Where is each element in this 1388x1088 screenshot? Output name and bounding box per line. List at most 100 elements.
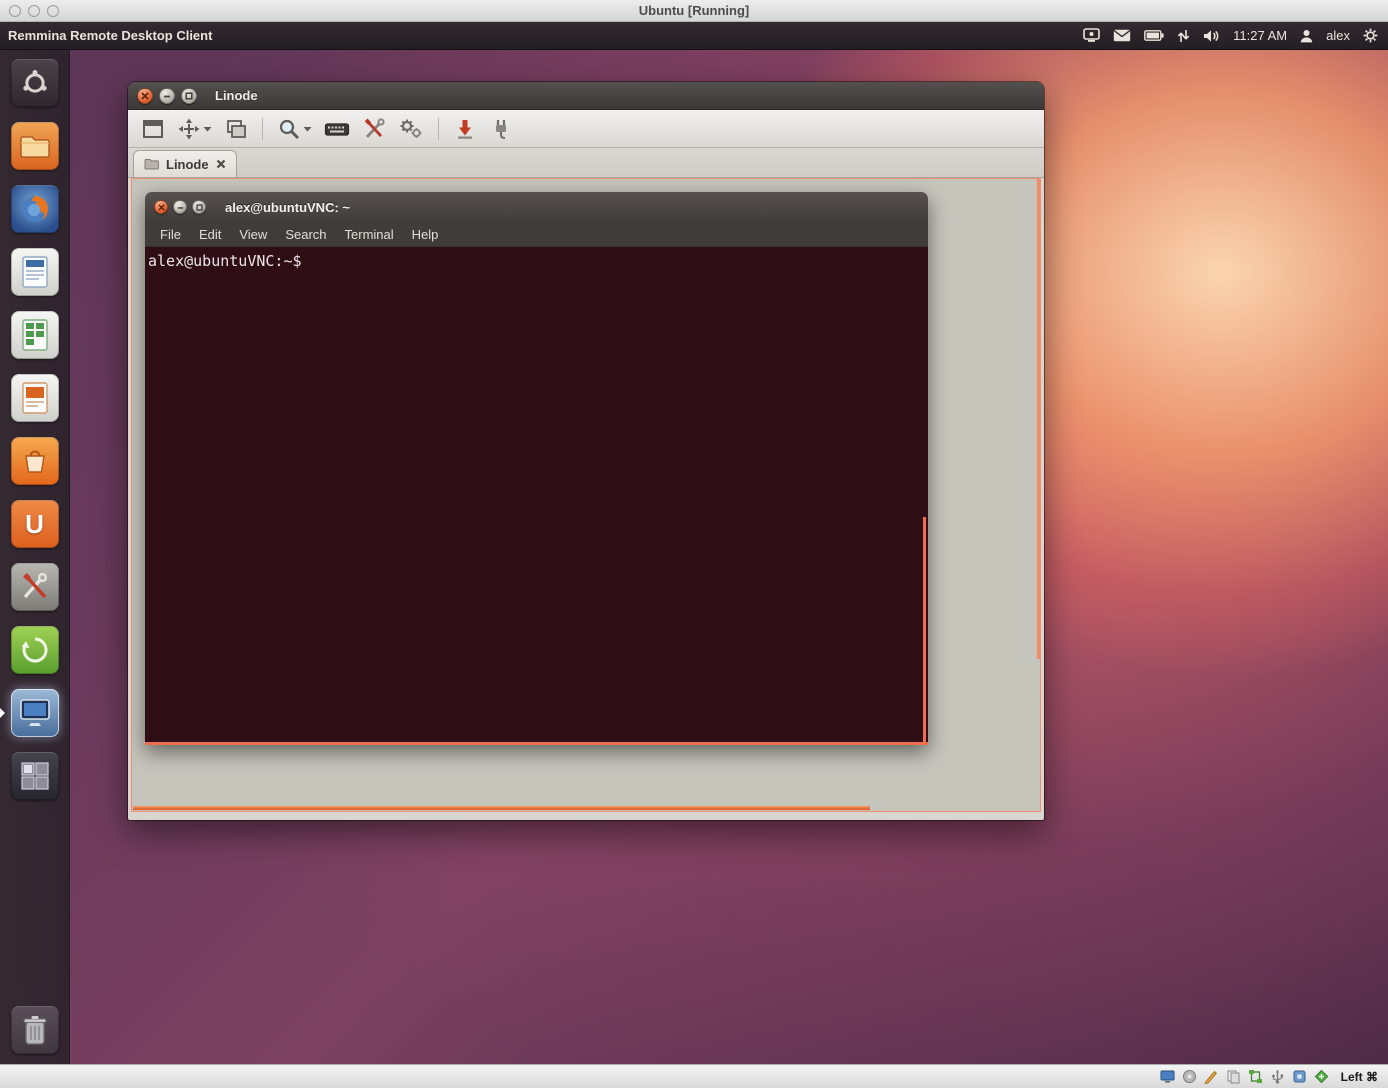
macos-zoom-button[interactable] — [47, 5, 59, 17]
remmina-tabbar: Linode — [128, 148, 1044, 178]
terminal-maximize-button[interactable] — [192, 200, 206, 214]
calc-spreadsheet-icon — [22, 319, 48, 351]
red-down-arrow-icon — [453, 117, 477, 141]
screenshot-button[interactable] — [450, 114, 480, 144]
window-minimize-button[interactable] — [159, 88, 175, 104]
redraw-artifact-line — [1037, 179, 1040, 659]
window-close-button[interactable] — [137, 88, 153, 104]
vbox-display-icon[interactable] — [1160, 1069, 1175, 1084]
fullscreen-icon — [141, 117, 165, 141]
redraw-artifact-line — [923, 517, 926, 742]
impress-presentation-icon — [22, 382, 48, 414]
menu-search[interactable]: Search — [276, 222, 335, 247]
macos-traffic-lights — [9, 5, 59, 17]
terminal-body[interactable]: alex@ubuntuVNC:~$ — [145, 247, 928, 742]
tab-close-icon[interactable] — [216, 159, 226, 169]
unity-launcher: U — [0, 50, 70, 1064]
zoom-button[interactable] — [274, 114, 315, 144]
remmina-window: Linode — [128, 82, 1044, 820]
launcher-item-firefox[interactable] — [11, 185, 59, 233]
launcher-item-remmina[interactable] — [11, 689, 59, 737]
tab-linode[interactable]: Linode — [133, 150, 237, 177]
launcher-item-software-updater[interactable] — [11, 626, 59, 674]
menu-terminal[interactable]: Terminal — [336, 222, 403, 247]
session-username[interactable]: alex — [1326, 28, 1350, 43]
preferences-button[interactable] — [395, 114, 427, 144]
launcher-item-files[interactable] — [11, 122, 59, 170]
vbox-audio-icon[interactable] — [1204, 1069, 1219, 1084]
terminal-titlebar[interactable]: alex@ubuntuVNC: ~ — [145, 192, 928, 222]
launcher-item-system-settings[interactable] — [11, 563, 59, 611]
host-key-label: Left ⌘ — [1341, 1070, 1378, 1084]
gears-icon — [398, 117, 424, 141]
remmina-window-titlebar[interactable]: Linode — [128, 82, 1044, 110]
keyboard-button[interactable] — [321, 114, 353, 144]
magnifier-icon — [277, 117, 301, 141]
vbox-features-icon[interactable] — [1314, 1069, 1329, 1084]
scaled-mode-button[interactable] — [221, 114, 251, 144]
launcher-item-libreoffice-impress[interactable] — [11, 374, 59, 422]
terminal-prompt: alex@ubuntuVNC:~$ — [148, 252, 302, 270]
folder-icon — [144, 158, 159, 170]
vbox-hdd-icon[interactable] — [1182, 1069, 1197, 1084]
ubuntu-desktop: Remmina Remote Desktop Client 11:27 AM — [0, 22, 1388, 1064]
workspace-grid-icon — [20, 761, 50, 791]
clock[interactable]: 11:27 AM — [1233, 28, 1287, 43]
menu-help[interactable]: Help — [403, 222, 448, 247]
launcher-item-libreoffice-writer[interactable] — [11, 248, 59, 296]
firefox-icon — [18, 192, 52, 226]
launcher-item-libreoffice-calc[interactable] — [11, 311, 59, 359]
mail-indicator-icon[interactable] — [1113, 29, 1131, 42]
window-maximize-button[interactable] — [181, 88, 197, 104]
tab-label: Linode — [166, 157, 209, 172]
vbox-usb-icon[interactable] — [1270, 1069, 1285, 1084]
vbox-statusbar: Left ⌘ — [0, 1064, 1388, 1088]
launcher-item-dash-home[interactable] — [11, 59, 59, 107]
vbox-network-icon[interactable] — [1248, 1069, 1263, 1084]
macos-close-button[interactable] — [9, 5, 21, 17]
ubuntu-top-panel: Remmina Remote Desktop Client 11:27 AM — [0, 22, 1388, 50]
remmina-window-title: Linode — [215, 88, 258, 103]
terminal-title: alex@ubuntuVNC: ~ — [225, 200, 350, 215]
remmina-monitor-icon — [19, 698, 51, 728]
launcher-item-ubuntu-one[interactable]: U — [11, 500, 59, 548]
terminal-minimize-button[interactable] — [173, 200, 187, 214]
tools-icon — [362, 117, 386, 141]
trash-can-icon — [22, 1014, 48, 1046]
session-gear-icon[interactable] — [1363, 28, 1378, 43]
macos-minimize-button[interactable] — [28, 5, 40, 17]
terminal-close-button[interactable] — [154, 200, 168, 214]
launcher-item-workspace-switcher[interactable] — [11, 752, 59, 800]
sync-arrows-indicator-icon[interactable] — [1177, 29, 1190, 43]
terminal-menubar: File Edit View Search Terminal Help — [145, 222, 928, 247]
writer-document-icon — [22, 256, 48, 288]
ubuntu-logo-icon — [20, 68, 50, 98]
disconnect-button[interactable] — [486, 114, 516, 144]
menu-edit[interactable]: Edit — [190, 222, 230, 247]
menu-view[interactable]: View — [230, 222, 276, 247]
scaled-mode-icon — [224, 117, 248, 141]
vbox-shared-folders-icon[interactable] — [1226, 1069, 1241, 1084]
active-app-title: Remmina Remote Desktop Client — [8, 28, 212, 43]
remote-terminal-window: alex@ubuntuVNC: ~ File Edit View Search … — [145, 192, 928, 745]
plug-icon — [489, 117, 513, 141]
fullscreen-button[interactable] — [138, 114, 168, 144]
launcher-item-trash[interactable] — [11, 1006, 59, 1054]
volume-indicator-icon[interactable] — [1203, 29, 1220, 43]
remote-desktop-viewport[interactable]: alex@ubuntuVNC: ~ File Edit View Search … — [131, 178, 1041, 812]
redraw-artifact-line — [133, 806, 870, 810]
chevron-down-icon — [303, 126, 312, 132]
chevron-down-icon — [203, 126, 212, 132]
running-indicator-arrow — [0, 708, 5, 718]
battery-indicator-icon[interactable] — [1144, 30, 1164, 41]
remote-desktop-indicator-icon[interactable] — [1083, 28, 1100, 43]
toolbar-separator — [262, 118, 263, 140]
fit-window-button[interactable] — [174, 114, 215, 144]
launcher-item-ubuntu-software-center[interactable] — [11, 437, 59, 485]
macos-titlebar[interactable]: Ubuntu [Running] — [0, 0, 1388, 22]
tools-button[interactable] — [359, 114, 389, 144]
shopping-bag-icon — [20, 446, 50, 476]
vbox-cd-icon[interactable] — [1292, 1069, 1307, 1084]
remmina-toolbar — [128, 110, 1044, 148]
menu-file[interactable]: File — [151, 222, 190, 247]
